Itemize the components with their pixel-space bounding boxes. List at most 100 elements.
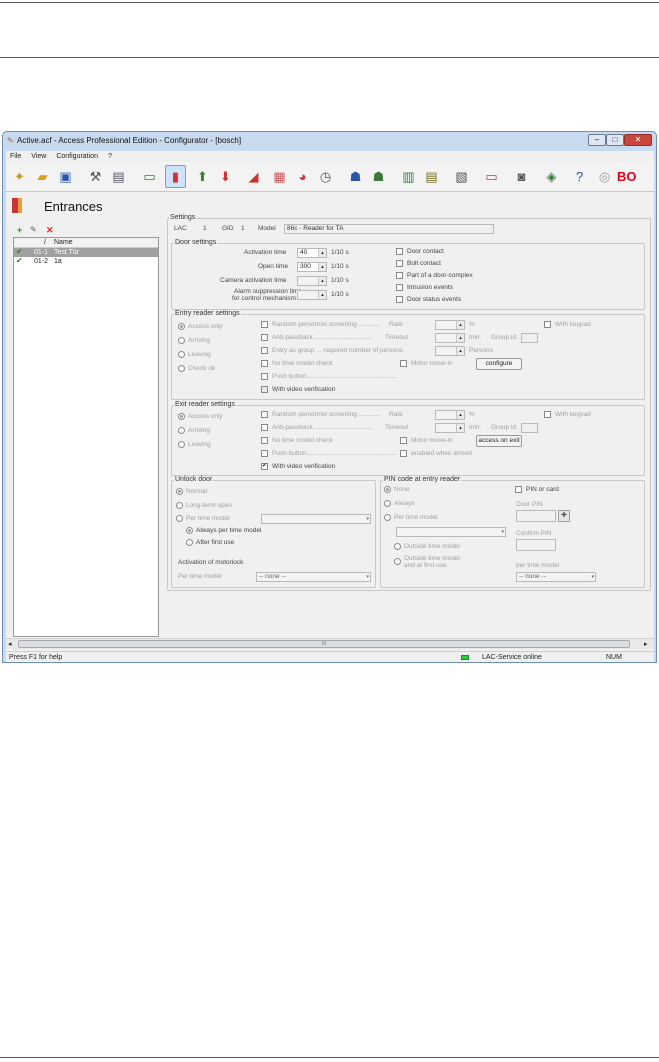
pin-edit-icon[interactable]: ✚ — [558, 510, 570, 522]
list-item[interactable]: ✔ 01-2 1a — [14, 256, 158, 266]
entry-no-time-model-checkbox[interactable] — [261, 360, 268, 367]
card-reader-icon[interactable]: ▭ — [139, 165, 160, 188]
new-wizard-icon[interactable]: ✦ — [9, 165, 30, 188]
after-first-use-radio[interactable] — [186, 539, 193, 546]
entry-video-verification-checkbox[interactable] — [261, 386, 268, 393]
door-status-events-checkbox[interactable] — [396, 296, 403, 303]
pin-none-radio[interactable] — [384, 486, 391, 493]
video-icon[interactable]: ◙ — [511, 165, 532, 188]
minimize-button[interactable]: – — [588, 134, 606, 146]
exit-group-id-field[interactable] — [521, 423, 538, 433]
outside-first-use-radio[interactable] — [394, 558, 401, 565]
areas-icon[interactable]: ◢ — [243, 165, 264, 188]
entry-persons-spinner[interactable]: ▴ — [435, 346, 465, 356]
calendar-icon[interactable]: ▦ — [269, 165, 290, 188]
menu-help[interactable]: ? — [108, 153, 112, 160]
confirm-pin-field[interactable] — [516, 539, 556, 551]
card-icon[interactable]: ▭ — [481, 165, 502, 188]
door-contact-checkbox[interactable] — [396, 248, 403, 255]
after-first-use-label: After first use — [196, 539, 235, 546]
entry-rate-spinner[interactable]: ▴ — [435, 320, 465, 330]
unlock-normal-radio[interactable] — [176, 488, 183, 495]
intrusion-events-checkbox[interactable] — [396, 284, 403, 291]
delete-entrance-button[interactable]: ✕ — [46, 225, 54, 236]
scrollbar-thumb[interactable]: III — [18, 640, 630, 648]
enabled-when-armed-checkbox[interactable] — [400, 450, 407, 457]
sort-column-header[interactable]: / — [44, 239, 46, 246]
entry-random-checkbox[interactable] — [261, 321, 268, 328]
exit-antipassback-checkbox[interactable] — [261, 424, 268, 431]
exit-motor-move-in-checkbox[interactable] — [400, 437, 407, 444]
entry-push-button-checkbox[interactable] — [261, 373, 268, 380]
maximize-button[interactable]: □ — [606, 134, 624, 146]
entry-motor-move-in-checkbox[interactable] — [400, 360, 407, 367]
alarm-suppression-spinner[interactable]: ▴ — [297, 290, 327, 300]
reports-icon[interactable]: ▧ — [451, 165, 472, 188]
entry-leaving-radio[interactable] — [178, 351, 185, 358]
unlock-per-time-model-radio[interactable] — [176, 515, 183, 522]
bolt-contact-checkbox[interactable] — [396, 260, 403, 267]
edit-entrance-icon[interactable]: ✎ — [30, 225, 37, 234]
unlock-long-term-radio[interactable] — [176, 502, 183, 509]
help-icon[interactable]: ? — [569, 165, 590, 188]
entry-with-keypad-checkbox[interactable] — [544, 321, 551, 328]
menu-file[interactable]: File — [10, 153, 21, 160]
pin-always-radio[interactable] — [384, 500, 391, 507]
menu-configuration[interactable]: Configuration — [56, 153, 98, 160]
menu-view[interactable]: View — [31, 153, 46, 160]
door-complex-checkbox[interactable] — [396, 272, 403, 279]
horizontal-scrollbar[interactable]: ◂ III ▸ — [6, 638, 654, 649]
pin-or-card-checkbox[interactable] — [515, 486, 522, 493]
exit-no-time-model-checkbox[interactable] — [261, 437, 268, 444]
configure-button[interactable]: configure — [476, 358, 522, 370]
time-models-icon[interactable]: ◕ — [292, 165, 313, 188]
controllers-icon[interactable]: ▤ — [108, 165, 129, 188]
device-tools-icon[interactable]: ⚒ — [85, 165, 106, 188]
entry-arriving-radio[interactable] — [178, 337, 185, 344]
motorlock-select[interactable]: -- none -- ▾ — [256, 572, 371, 582]
always-per-time-model-radio[interactable] — [186, 527, 193, 534]
unlock-time-model-select[interactable]: ▾ — [261, 514, 371, 524]
exit-random-checkbox[interactable] — [261, 411, 268, 418]
authorizations-icon[interactable]: ▥ — [398, 165, 419, 188]
exit-access-only-radio[interactable] — [178, 413, 185, 420]
import-icon[interactable]: ⬆ — [192, 165, 213, 188]
persons-icon[interactable]: ☗ — [345, 165, 366, 188]
save-icon[interactable]: ▣ — [55, 165, 76, 188]
exit-push-button-checkbox[interactable] — [261, 450, 268, 457]
scroll-right-arrow[interactable]: ▸ — [644, 640, 648, 648]
scroll-left-arrow[interactable]: ◂ — [8, 640, 12, 648]
authorizations-list-icon[interactable]: ▤ — [421, 165, 442, 188]
activation-time-spinner[interactable]: 40 ▴ — [297, 248, 327, 258]
pin-per-time-model-radio[interactable] — [384, 514, 391, 521]
add-entrance-button[interactable]: + — [17, 225, 22, 235]
entry-timeout-spinner[interactable]: ▴ — [435, 333, 465, 343]
pin-time-model-select[interactable]: ▾ — [396, 527, 506, 537]
export-icon[interactable]: ⬇ — [215, 165, 236, 188]
day-models-icon[interactable]: ◷ — [315, 165, 336, 188]
pin-time-model-lower-select[interactable]: -- none -- ▾ — [516, 572, 596, 582]
exit-arriving-radio[interactable] — [178, 427, 185, 434]
exit-timeout-spinner[interactable]: ▴ — [435, 423, 465, 433]
entry-group-checkbox[interactable] — [261, 347, 268, 354]
close-button[interactable]: ✕ — [624, 134, 652, 146]
outside-time-model-radio[interactable] — [394, 543, 401, 550]
exit-leaving-radio[interactable] — [178, 441, 185, 448]
open-time-spinner[interactable]: 300 ▴ — [297, 262, 327, 272]
map-icon[interactable]: ◈ — [541, 165, 562, 188]
camera-activation-spinner[interactable]: ▴ — [297, 276, 327, 286]
exit-with-keypad-checkbox[interactable] — [544, 411, 551, 418]
entry-antipassback-checkbox[interactable] — [261, 334, 268, 341]
access-on-exit-button[interactable]: access on exit — [476, 435, 522, 447]
entry-group-id-field[interactable] — [521, 333, 538, 343]
groups-icon[interactable]: ☗ — [368, 165, 389, 188]
open-folder-icon[interactable]: ▰ — [32, 165, 53, 188]
list-item[interactable]: ✔ 01-1 Test Tür — [14, 247, 158, 257]
door-pin-field[interactable] — [516, 510, 556, 522]
exit-rate-spinner[interactable]: ▴ — [435, 410, 465, 420]
entry-access-only-radio[interactable] — [178, 323, 185, 330]
name-column-header[interactable]: Name — [54, 239, 73, 246]
entrances-icon[interactable]: ▮ — [165, 165, 186, 188]
exit-video-verification-checkbox[interactable]: ✔ — [261, 463, 268, 470]
entry-check-ok-radio[interactable] — [178, 365, 185, 372]
